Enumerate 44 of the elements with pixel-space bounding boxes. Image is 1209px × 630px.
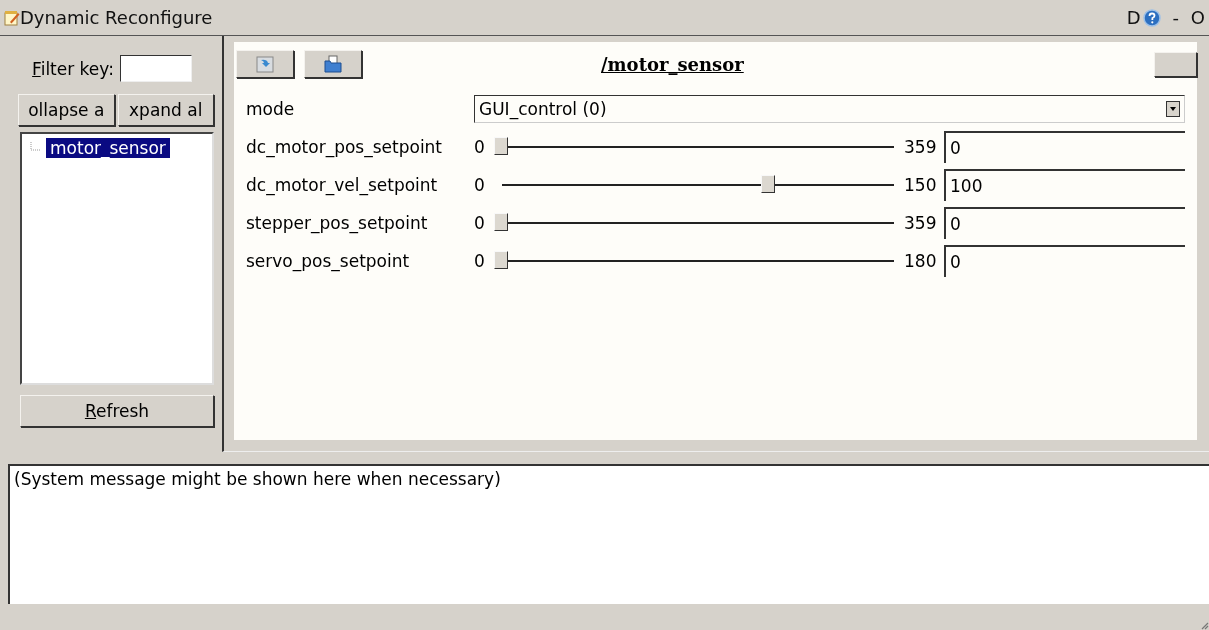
value-field[interactable]: 0 [944,207,1185,239]
slider-min: 0 [474,137,486,157]
filter-field[interactable] [119,55,192,82]
slider-track[interactable] [494,251,894,271]
slider-min: 0 [474,213,486,233]
window-controls[interactable]: - O [1172,7,1205,28]
filter-label: Filter key: [32,58,114,79]
slider-max: 359 [904,213,938,233]
notepad-icon [4,9,20,26]
node-title: /motor_sensor [601,53,744,75]
slider-min: 0 [474,175,486,195]
mode-dropdown[interactable]: GUI_control (0) [474,95,1185,123]
window-control[interactable]: D [1126,7,1141,28]
tree-branch-icon [30,142,42,154]
window-title: Dynamic Reconfigure [20,7,213,28]
param-name: dc_motor_vel_setpoint [246,175,439,195]
message-area: (System message might be shown here when necessary) [8,464,1209,604]
folder-icon [323,54,343,74]
slider-thumb[interactable] [494,137,508,155]
expand-button[interactable]: xpand al [117,94,214,126]
slider-max: 150 [904,175,938,195]
slider-thumb[interactable] [494,251,508,269]
param-name: servo_pos_setpoint [246,251,411,271]
slider-min: 0 [474,251,486,271]
collapse-button[interactable]: ollapse a [18,94,115,126]
tree-item[interactable]: motor_sensor [46,138,170,158]
help-icon[interactable] [1142,8,1161,27]
slider-max: 180 [904,251,938,271]
slider-max: 359 [904,137,938,157]
param-name: mode [246,99,296,119]
load-icon [255,54,275,74]
slider-track[interactable] [494,213,894,233]
blank-button[interactable] [1154,51,1197,77]
save-button[interactable] [304,50,362,78]
value-field[interactable]: 0 [944,131,1185,163]
refresh-button[interactable]: Refresh [20,395,214,427]
slider-thumb[interactable] [760,175,775,193]
param-name: dc_motor_pos_setpoint [246,137,444,157]
value-field[interactable]: 100 [944,169,1185,201]
param-name: stepper_pos_setpoint [246,213,429,233]
load-button[interactable] [236,50,294,78]
slider-track[interactable] [494,137,894,157]
value-field[interactable]: 0 [944,245,1185,277]
slider-thumb[interactable] [494,213,508,231]
